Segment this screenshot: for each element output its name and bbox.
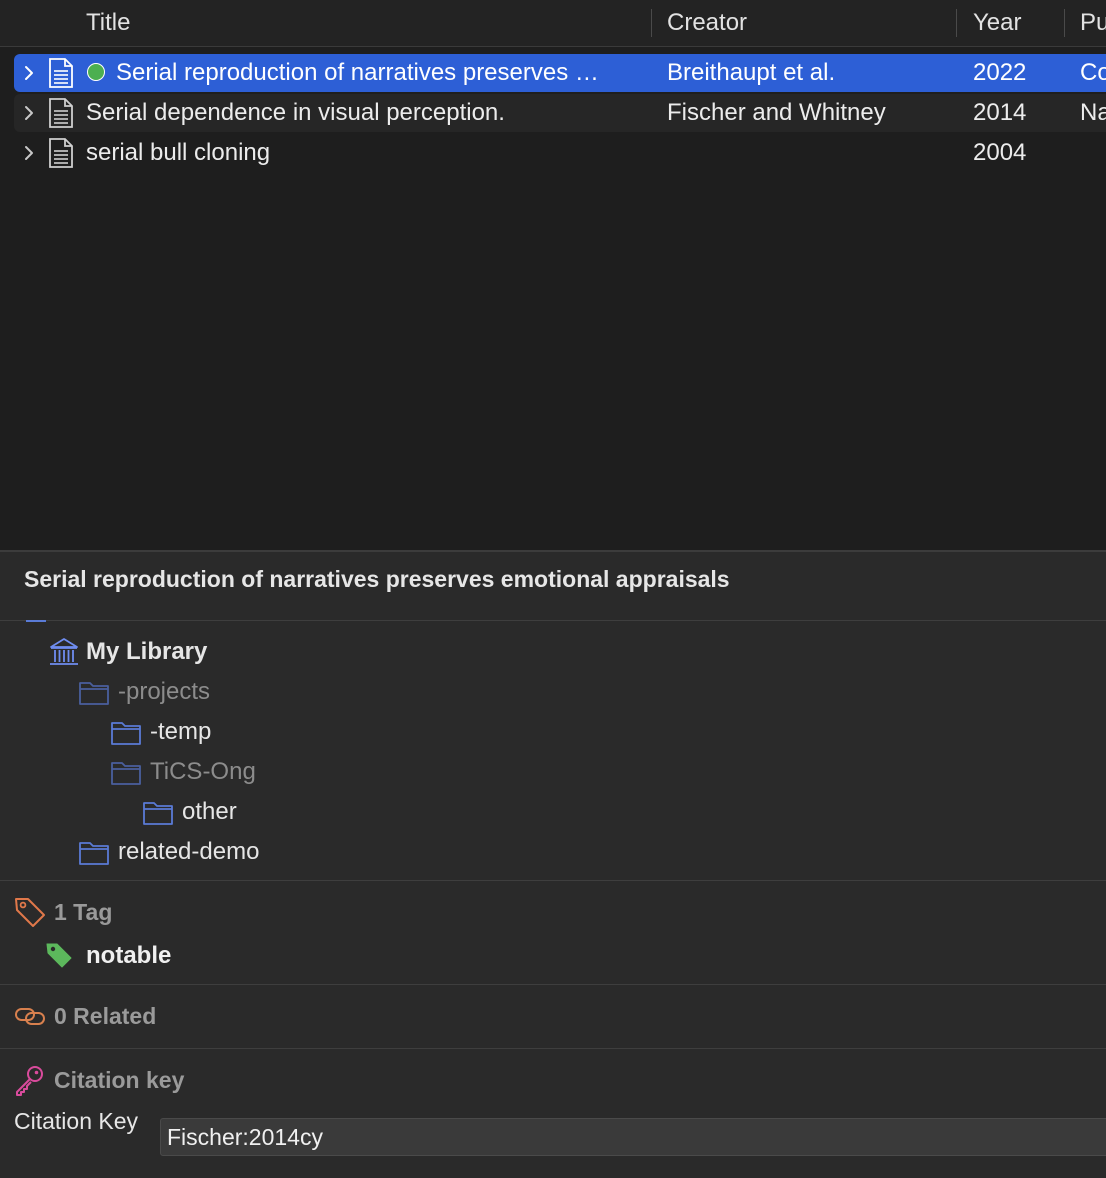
citation-key-field[interactable] bbox=[160, 1118, 1106, 1156]
document-icon bbox=[49, 98, 73, 128]
folder-icon bbox=[79, 842, 109, 865]
row-creator: Fischer and Whitney bbox=[667, 99, 886, 126]
column-separator[interactable] bbox=[1064, 9, 1065, 37]
table-row[interactable]: serial bull cloning 2004 bbox=[14, 134, 1106, 172]
row-year: 2004 bbox=[973, 139, 1027, 166]
row-year: 2022 bbox=[973, 59, 1027, 86]
citation-key-label: Citation Key bbox=[14, 1108, 139, 1134]
tree-item-label: My Library bbox=[86, 638, 208, 665]
scrolled-section-edge bbox=[26, 620, 46, 622]
column-header-title[interactable]: Title bbox=[86, 0, 130, 46]
folder-icon bbox=[79, 682, 109, 705]
item-pane-title: Serial reproduction of narratives preser… bbox=[24, 566, 730, 592]
related-section-title: 0 Related bbox=[54, 1003, 157, 1029]
tags-section-title: 1 Tag bbox=[54, 899, 113, 925]
divider bbox=[0, 880, 1106, 881]
chevron-right-icon[interactable] bbox=[22, 105, 36, 121]
tree-item-label: TiCS-Ong bbox=[150, 758, 256, 785]
column-header-creator[interactable]: Creator bbox=[667, 0, 747, 46]
tag-filled-icon bbox=[46, 943, 72, 968]
row-publication: Co bbox=[1080, 59, 1106, 86]
divider bbox=[0, 984, 1106, 985]
library-icon bbox=[50, 638, 78, 665]
tree-item-label: other bbox=[182, 798, 237, 825]
column-separator[interactable] bbox=[956, 9, 957, 37]
column-header-publication[interactable]: Pu bbox=[1080, 0, 1106, 46]
tree-item-label: -temp bbox=[150, 718, 212, 745]
tree-item-label: -projects bbox=[118, 678, 211, 705]
divider bbox=[0, 620, 1106, 621]
citation-key-section-title: Citation key bbox=[54, 1067, 185, 1093]
row-title: Serial reproduction of narratives preser… bbox=[116, 59, 599, 86]
chevron-right-icon[interactable] bbox=[22, 145, 36, 161]
zotero-window: Title Creator Year Pu Serial reproductio… bbox=[0, 0, 1106, 1178]
row-creator bbox=[667, 134, 957, 172]
key-icon bbox=[16, 1066, 43, 1096]
row-year: 2014 bbox=[973, 99, 1027, 126]
item-pane: Serial reproduction of narratives preser… bbox=[0, 552, 1106, 1178]
tag-outline-icon bbox=[15, 898, 45, 927]
divider bbox=[0, 1048, 1106, 1049]
folder-icon bbox=[111, 762, 141, 785]
tag-label: notable bbox=[86, 942, 172, 969]
chevron-right-icon[interactable] bbox=[22, 65, 36, 81]
row-title: Serial dependence in visual perception. bbox=[86, 99, 505, 126]
column-header-year[interactable]: Year bbox=[973, 0, 1022, 46]
folder-icon bbox=[111, 722, 141, 745]
row-publication bbox=[1080, 134, 1106, 172]
tree-item-label: related-demo bbox=[118, 838, 260, 865]
link-icon bbox=[15, 1008, 45, 1025]
row-publication: Na bbox=[1080, 99, 1106, 126]
column-header: Title Creator Year Pu bbox=[0, 0, 1106, 47]
folder-icon bbox=[143, 802, 173, 825]
column-separator[interactable] bbox=[651, 9, 652, 37]
document-icon bbox=[49, 138, 73, 168]
table-row[interactable]: Serial reproduction of narratives preser… bbox=[14, 54, 1106, 92]
items-table: Title Creator Year Pu Serial reproductio… bbox=[0, 0, 1106, 550]
document-icon bbox=[49, 58, 73, 88]
table-row[interactable]: Serial dependence in visual perception. … bbox=[14, 94, 1106, 132]
status-dot bbox=[87, 63, 105, 81]
row-creator: Breithaupt et al. bbox=[667, 59, 836, 86]
row-title: serial bull cloning bbox=[86, 139, 271, 166]
